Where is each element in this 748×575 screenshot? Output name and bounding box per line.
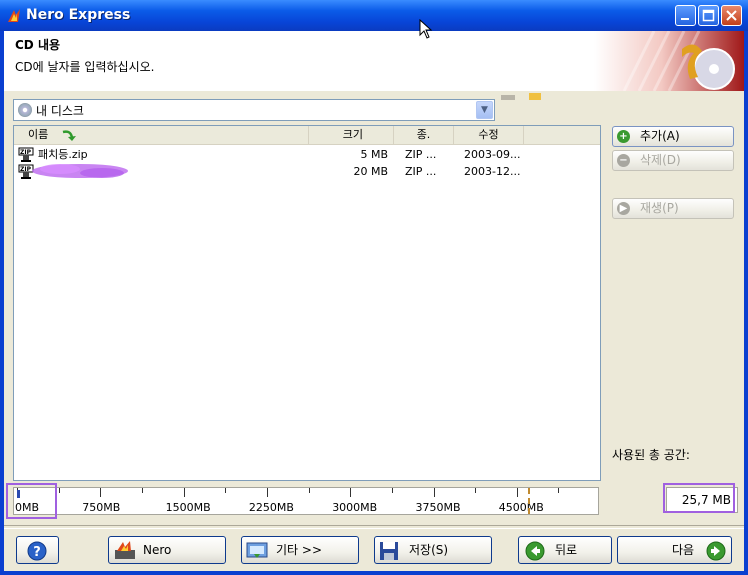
ruler-tick xyxy=(308,488,310,493)
file-name: 패치등.zip xyxy=(38,148,88,161)
play-icon: ▶ xyxy=(617,202,630,215)
chevron-down-icon[interactable]: ▼ xyxy=(476,101,493,119)
monitor-icon xyxy=(246,542,268,558)
file-modified: 2003-09... xyxy=(464,148,521,161)
divider xyxy=(4,525,744,529)
arrow-left-icon xyxy=(525,541,545,561)
page-subtitle: CD에 날자를 입력하십시오. xyxy=(15,60,155,74)
more-button[interactable]: 기타 >> xyxy=(241,536,359,564)
disc-select-value: 내 디스크 xyxy=(36,104,84,118)
minus-icon: − xyxy=(617,154,630,167)
minimize-button[interactable] xyxy=(675,5,696,26)
file-size: 5 MB xyxy=(360,148,388,161)
column-type[interactable]: 종. xyxy=(394,126,454,144)
window-title: Nero Express xyxy=(26,7,131,23)
help-button[interactable]: ? xyxy=(16,536,59,564)
list-header: 이름 크기 종. 수정 xyxy=(14,126,600,145)
file-type: ZIP ... xyxy=(405,148,437,161)
ruler-tick xyxy=(183,488,185,497)
capacity-ruler: 0MB 750MB 1500MB 2250MB 3000MB 3750MB 4500MB xyxy=(13,487,599,515)
ruler-tick xyxy=(141,488,143,493)
nero-logo xyxy=(594,31,744,91)
mouse-cursor-icon xyxy=(419,19,433,39)
nero-icon xyxy=(115,541,135,559)
ruler-tick xyxy=(100,488,102,497)
zip-file-icon: ZIP xyxy=(18,147,34,163)
ruler-tick xyxy=(516,488,518,497)
disc-select[interactable]: 내 디스크 ▼ xyxy=(13,99,495,121)
ruler-tick xyxy=(266,488,268,497)
annotation-highlight xyxy=(6,483,57,519)
folder-icons xyxy=(501,93,541,100)
ruler-tick xyxy=(558,488,560,493)
client-area: CD 내용 CD에 날자를 입력하십시오. 내 디스크 ▼ 이름 크기 종. 수… xyxy=(4,31,744,571)
ruler-label: 3000MB xyxy=(332,501,378,514)
save-button[interactable]: 저장(S) xyxy=(374,536,492,564)
nero-flame-icon xyxy=(8,9,20,22)
ruler-tick xyxy=(225,488,227,493)
maximize-button[interactable] xyxy=(698,5,719,26)
floppy-disk-icon xyxy=(380,542,398,560)
file-list[interactable]: 이름 크기 종. 수정 ZIP 패치등.zip 5 MB ZIP ... 200… xyxy=(13,125,601,481)
page-title: CD 내용 xyxy=(15,38,61,52)
annotation-highlight xyxy=(663,483,735,513)
delete-button[interactable]: − 삭제(D) xyxy=(612,150,734,171)
column-name[interactable]: 이름 xyxy=(14,126,309,144)
column-size[interactable]: 크기 xyxy=(309,126,394,144)
next-button[interactable]: 다음 xyxy=(617,536,732,564)
ruler-tick xyxy=(433,488,435,497)
ruler-label: 1500MB xyxy=(165,501,211,514)
close-icon xyxy=(726,10,737,21)
total-used-label: 사용된 총 공간: xyxy=(612,448,690,462)
minimize-icon xyxy=(681,18,689,20)
ruler-label: 750MB xyxy=(82,501,121,514)
ruler-label: 2250MB xyxy=(248,501,294,514)
redaction-scribble xyxy=(32,164,128,178)
page-header: CD 내용 CD에 날자를 입력하십시오. xyxy=(4,31,744,91)
svg-text:ZIP: ZIP xyxy=(20,149,32,156)
svg-text:?: ? xyxy=(33,545,41,560)
back-button[interactable]: 뒤로 xyxy=(518,536,612,564)
ruler-label: 4500MB xyxy=(498,501,544,514)
play-button[interactable]: ▶ 재생(P) xyxy=(612,198,734,219)
file-type: ZIP ... xyxy=(405,165,437,178)
add-button[interactable]: + 추가(A) xyxy=(612,126,734,147)
ruler-label: 3750MB xyxy=(415,501,461,514)
ruler-tick xyxy=(350,488,352,497)
list-item[interactable]: ZIP 패치등.zip 5 MB ZIP ... 2003-09... xyxy=(14,146,600,163)
arrow-right-icon xyxy=(706,541,726,561)
list-item[interactable]: ZIP 20 MB ZIP ... 2003-12... xyxy=(14,163,600,180)
close-button[interactable] xyxy=(721,5,742,26)
help-icon: ? xyxy=(27,541,47,561)
title-bar[interactable]: Nero Express xyxy=(0,0,748,31)
column-filler xyxy=(524,126,600,144)
file-modified: 2003-12... xyxy=(464,165,521,178)
ruler-tick xyxy=(475,488,477,493)
ruler-tick xyxy=(391,488,393,493)
file-size: 20 MB xyxy=(353,165,388,178)
nero-button[interactable]: Nero xyxy=(108,536,226,564)
ruler-tick xyxy=(58,488,60,493)
app-window: Nero Express CD 내용 CD에 날자를 입력하십시오. 내 디스크… xyxy=(0,0,748,575)
sort-arrow-icon xyxy=(62,130,76,141)
capacity-marker xyxy=(528,488,530,514)
column-modified[interactable]: 수정 xyxy=(454,126,524,144)
disc-icon xyxy=(18,103,32,117)
maximize-icon xyxy=(702,9,715,22)
plus-icon: + xyxy=(617,130,630,143)
